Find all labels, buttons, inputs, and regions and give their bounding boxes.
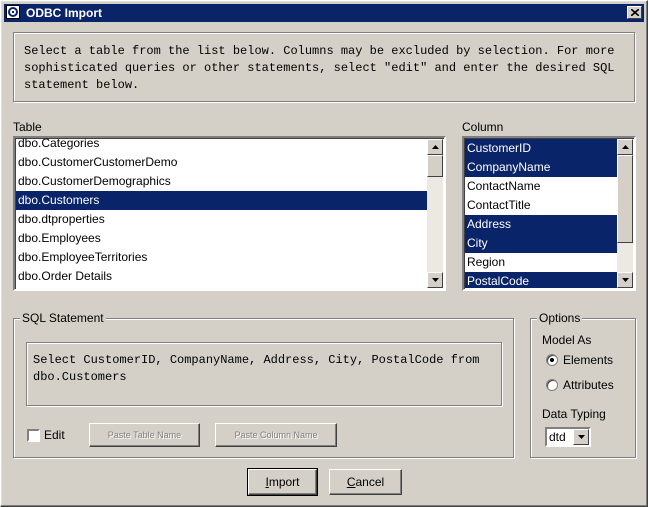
elements-label: Elements <box>563 353 614 367</box>
table-label: Table <box>13 120 42 134</box>
column-list-item[interactable]: Region <box>465 253 617 272</box>
column-list-item[interactable]: Address <box>465 215 617 234</box>
close-button[interactable] <box>627 6 642 19</box>
window-title: ODBC Import <box>26 6 102 20</box>
scroll-down-button[interactable] <box>427 272 443 288</box>
radio-selected-dot <box>550 358 554 362</box>
paste-table-name-button[interactable]: Paste Table Name <box>89 423 200 447</box>
table-list-item[interactable]: dbo.Employees <box>16 229 427 248</box>
odbc-import-dialog: ODBC Import Select a table from the list… <box>0 0 648 507</box>
column-listbox[interactable]: CustomerID CompanyName ContactName ContactT… <box>462 136 636 291</box>
sql-statement-text[interactable]: Select CustomerID, CompanyName, Address,… <box>26 342 502 406</box>
column-scrollbar[interactable] <box>617 139 633 288</box>
column-list-item[interactable]: ContactTitle <box>465 196 617 215</box>
sql-statement-group: SQL Statement Select CustomerID, Company… <box>13 311 514 458</box>
attributes-radio[interactable] <box>546 379 558 391</box>
data-typing-value: dtd <box>549 430 566 444</box>
close-icon <box>630 9 639 16</box>
scroll-thumb[interactable] <box>617 155 633 243</box>
import-button[interactable]: Import <box>247 468 318 496</box>
up-arrow-icon <box>621 145 629 149</box>
sql-statement-label: SQL Statement <box>20 311 106 325</box>
elements-radio[interactable] <box>546 354 558 366</box>
instructions-text: Select a table from the list below. Colu… <box>13 32 635 102</box>
column-list-item[interactable]: PostalCode <box>465 272 617 288</box>
table-list-item[interactable]: dbo.Order Details <box>16 267 427 286</box>
edit-label: Edit <box>44 428 65 442</box>
column-list-item[interactable]: City <box>465 234 617 253</box>
down-arrow-icon <box>621 278 629 282</box>
column-list-item[interactable]: CompanyName <box>465 158 617 177</box>
column-list-item[interactable]: ContactName <box>465 177 617 196</box>
table-listbox[interactable]: dbo.Categories dbo.CustomerCustomerDemo db… <box>13 136 446 291</box>
table-list-item[interactable]: dbo.EmployeeTerritories <box>16 248 427 267</box>
attributes-label: Attributes <box>563 378 614 392</box>
app-icon <box>6 5 20 19</box>
scroll-up-button[interactable] <box>617 139 633 155</box>
dropdown-button[interactable] <box>573 429 589 445</box>
data-typing-select[interactable]: dtd <box>545 427 591 447</box>
options-group: Options Model As Elements Attributes Dat… <box>530 311 636 458</box>
table-list-item[interactable]: dbo.Customers <box>16 191 427 210</box>
model-as-label: Model As <box>542 333 592 347</box>
scroll-up-button[interactable] <box>427 139 443 155</box>
table-scrollbar[interactable] <box>427 139 443 288</box>
column-list-item[interactable]: CustomerID <box>465 139 617 158</box>
column-label: Column <box>462 120 504 134</box>
cancel-label: Cancel <box>346 475 385 489</box>
options-label: Options <box>537 311 583 325</box>
up-arrow-icon <box>431 145 439 149</box>
scroll-down-button[interactable] <box>617 272 633 288</box>
edit-checkbox[interactable] <box>27 429 40 442</box>
paste-column-name-button[interactable]: Paste Column Name <box>215 423 337 447</box>
table-list-item[interactable]: dbo.CustomerDemographics <box>16 172 427 191</box>
table-list-item[interactable]: dbo.dtproperties <box>16 210 427 229</box>
table-list-item[interactable]: dbo.Orders <box>16 286 427 288</box>
scroll-thumb[interactable] <box>427 155 443 177</box>
data-typing-label: Data Typing <box>542 407 606 421</box>
import-label: Import <box>265 475 300 489</box>
table-list-item[interactable]: dbo.CustomerCustomerDemo <box>16 153 427 172</box>
down-arrow-icon <box>431 278 439 282</box>
title-bar[interactable]: ODBC Import <box>4 4 644 22</box>
chevron-down-icon <box>577 435 585 439</box>
table-list-item[interactable]: dbo.Categories <box>16 138 427 153</box>
cancel-button[interactable]: Cancel <box>329 469 402 495</box>
